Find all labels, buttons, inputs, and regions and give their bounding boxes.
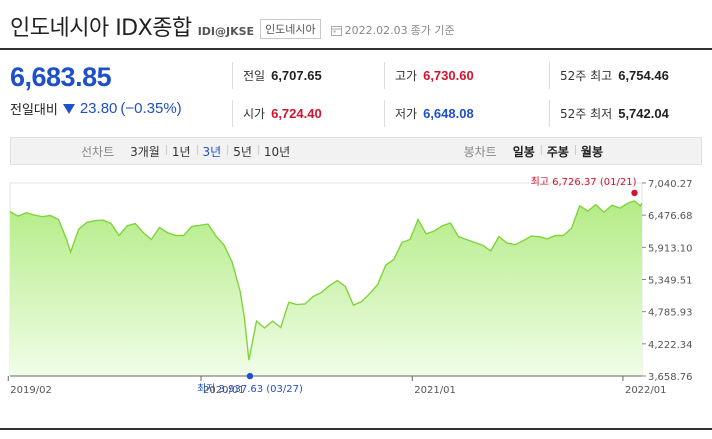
price-chart[interactable]: 2019/02 2020/01 2021/01 2022/01 7,040.27 6,47…	[0, 170, 712, 420]
stat-label: 고가	[395, 69, 418, 83]
page-title: 인도네시아 IDX종합	[10, 16, 192, 41]
stat-label: 전일	[243, 69, 266, 83]
x-tick-label: 2021/01	[414, 385, 456, 396]
y-tick-label: 5,349.51	[648, 276, 693, 287]
chart-toolbar: 선차트 3개월 1년 3년 5년 10년 봉차트 일봉 주봉 월봉	[10, 137, 702, 165]
period-10y[interactable]: 10년	[257, 143, 296, 160]
line-chart-label[interactable]: 선차트	[81, 143, 114, 160]
market-tag[interactable]: 인도네시아	[260, 19, 321, 39]
period-3m[interactable]: 3개월	[124, 143, 166, 160]
low-marker	[246, 372, 254, 380]
current-price: 6,683.85	[10, 62, 112, 92]
x-tick-label: 2022/01	[625, 385, 667, 396]
date-info: 2022.02.03 종가 기준	[330, 22, 455, 38]
stat-open: 시가 6,724.40	[232, 100, 384, 127]
stat-52w-high: 52주 최고 6,754.46	[549, 62, 702, 89]
line-chart-group: 선차트 3개월 1년 3년 5년 10년	[81, 143, 296, 160]
down-arrow-icon	[62, 103, 75, 114]
candle-chart-group: 봉차트 일봉 주봉 월봉	[464, 143, 609, 160]
ticker-code: IDI@JKSE	[197, 25, 255, 38]
period-5y[interactable]: 5년	[227, 143, 258, 160]
y-tick-label: 4,785.93	[648, 308, 693, 319]
x-tick-label: 2019/02	[10, 385, 52, 396]
stat-value: 6,754.46	[618, 68, 669, 83]
stats-panel: 전일 6,707.65 고가 6,730.60 52주 최고 6,754.46 …	[232, 62, 702, 138]
stat-label: 52주 최저	[560, 107, 613, 121]
header-divider	[0, 48, 712, 50]
candle-chart-label[interactable]: 봉차트	[464, 143, 497, 160]
stat-prev-close: 전일 6,707.65	[232, 62, 384, 89]
period-3y[interactable]: 3년	[196, 143, 228, 160]
low-annotation: 최저 3,937.63 (03/27)	[197, 383, 303, 395]
change-row: 전일대비 23.80 (−0.35%)	[10, 99, 182, 118]
candle-daily[interactable]: 일봉	[507, 143, 541, 160]
stat-label: 저가	[395, 107, 418, 121]
stat-52w-low: 52주 최저 5,742.04	[549, 100, 702, 127]
change-value: 23.80	[79, 100, 118, 117]
y-tick-label: 5,913.10	[648, 243, 693, 254]
y-tick-label: 6,476.68	[648, 211, 693, 222]
candle-weekly[interactable]: 주봉	[540, 143, 575, 160]
y-tick-label: 7,040.27	[648, 179, 693, 190]
stat-value: 6,707.65	[271, 68, 322, 83]
bottom-divider	[0, 428, 712, 430]
date-note: 종가 기준	[410, 24, 455, 37]
change-label: 전일대비	[10, 103, 58, 118]
y-tick-label: 3,658.76	[648, 372, 693, 383]
calendar-icon	[330, 25, 342, 36]
period-1y[interactable]: 1년	[165, 143, 197, 160]
stat-value: 6,730.60	[423, 68, 474, 83]
price-chart-svg: 2019/02 2020/01 2021/01 2022/017,040.276,47…	[7, 176, 693, 396]
stat-high: 고가 6,730.60	[384, 62, 549, 89]
date-value: 2022.02.03	[344, 23, 408, 37]
stats-row-2: 시가 6,724.40 저가 6,648.08 52주 최저 5,742.04	[232, 100, 702, 127]
stat-value: 5,742.04	[618, 106, 669, 121]
stats-row-1: 전일 6,707.65 고가 6,730.60 52주 최고 6,754.46	[232, 62, 702, 89]
stat-low: 저가 6,648.08	[384, 100, 549, 127]
change-percent: (−0.35%)	[120, 100, 182, 117]
high-annotation: 최고 6,726.37 (01/21)	[531, 176, 637, 188]
stat-value: 6,648.08	[423, 106, 474, 121]
stat-value: 6,724.40	[271, 106, 322, 121]
high-marker	[631, 189, 638, 197]
stat-label: 52주 최고	[560, 69, 613, 83]
candle-monthly[interactable]: 월봉	[574, 143, 609, 160]
stat-label: 시가	[243, 107, 266, 121]
title-row: 인도네시아 IDX종합 IDI@JKSE 인도네시아 2022.02.03 종가…	[10, 8, 455, 42]
y-tick-label: 4,222.34	[648, 340, 693, 351]
